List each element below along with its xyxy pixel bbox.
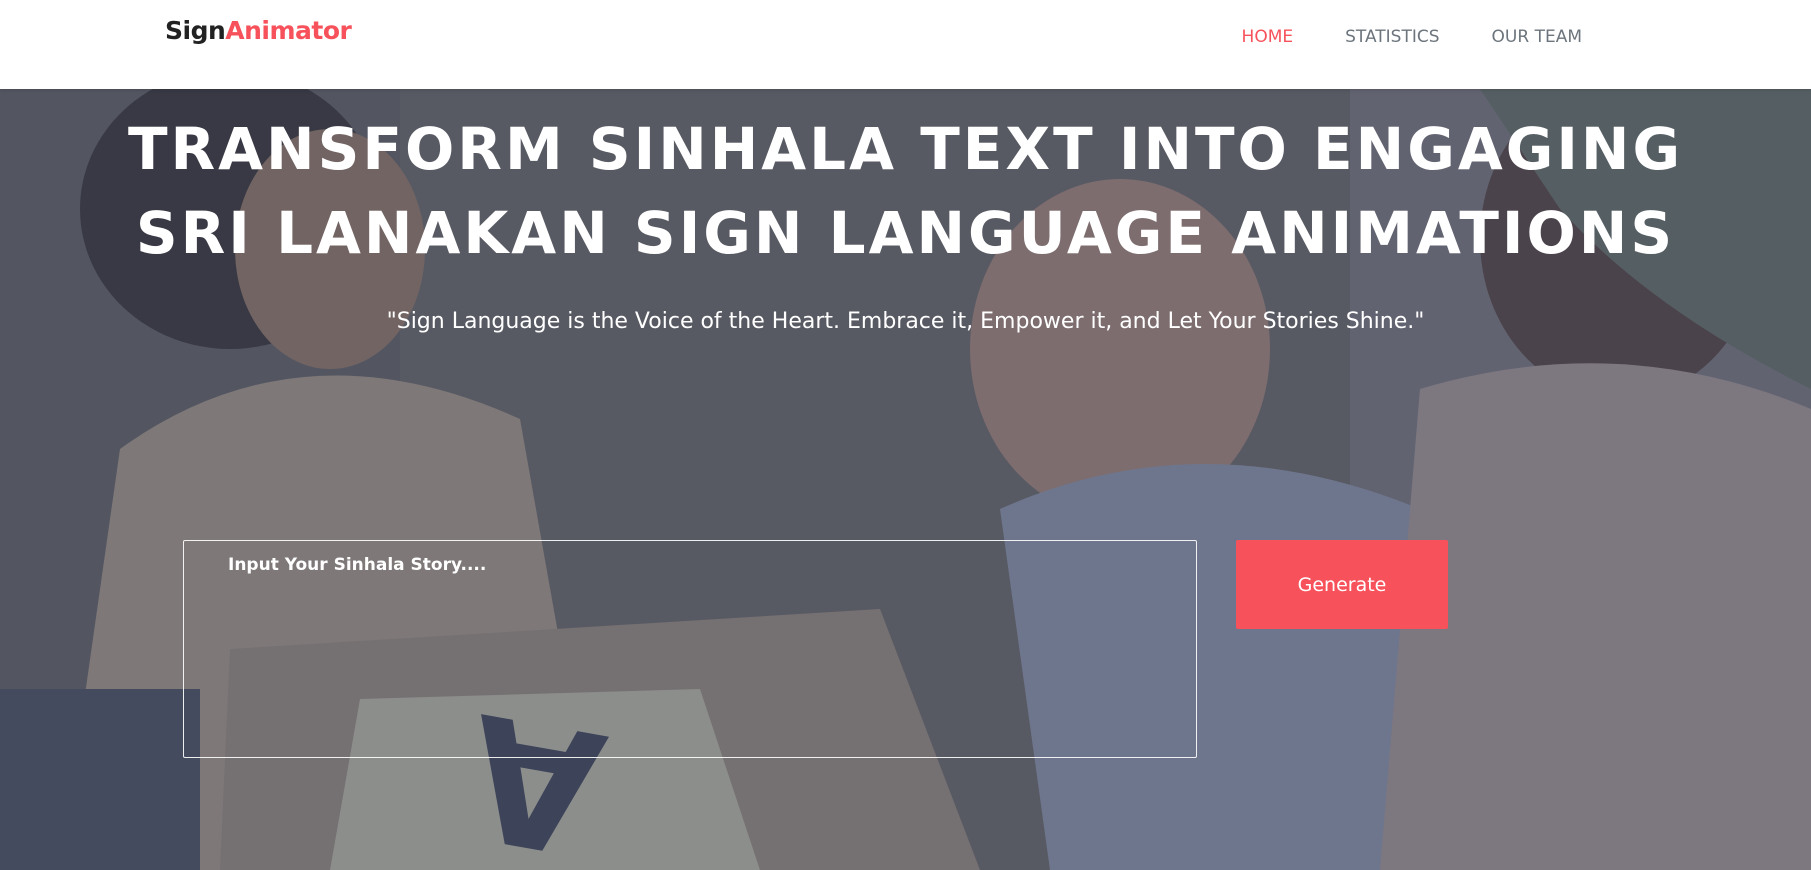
hero-title-line1: TRANSFORM SINHALA TEXT INTO ENGAGING: [127, 115, 1684, 183]
hero-title: TRANSFORM SINHALA TEXT INTO ENGAGING SRI…: [0, 107, 1811, 275]
hero-quote: "Sign Language is the Voice of the Heart…: [386, 309, 1425, 334]
brand-name-part2: Animator: [225, 16, 352, 45]
brand-logo[interactable]: SignAnimator: [165, 16, 352, 45]
hero-title-line2: SRI LANAKAN SIGN LANGUAGE ANIMATIONS: [135, 199, 1676, 267]
nav-link-our-team[interactable]: OUR TEAM: [1492, 26, 1582, 48]
nav-links: HOME STATISTICS OUR TEAM: [1190, 26, 1582, 48]
generate-button[interactable]: Generate: [1236, 540, 1448, 629]
nav-link-statistics[interactable]: STATISTICS: [1345, 26, 1439, 48]
story-input[interactable]: [183, 540, 1197, 758]
hero-section: A TRANSFORM SINHALA TEXT INTO ENGAGING S…: [0, 89, 1811, 870]
nav-link-home[interactable]: HOME: [1242, 26, 1294, 48]
brand-name-part1: Sign: [165, 16, 226, 45]
navbar: SignAnimator HOME STATISTICS OUR TEAM: [0, 0, 1811, 89]
